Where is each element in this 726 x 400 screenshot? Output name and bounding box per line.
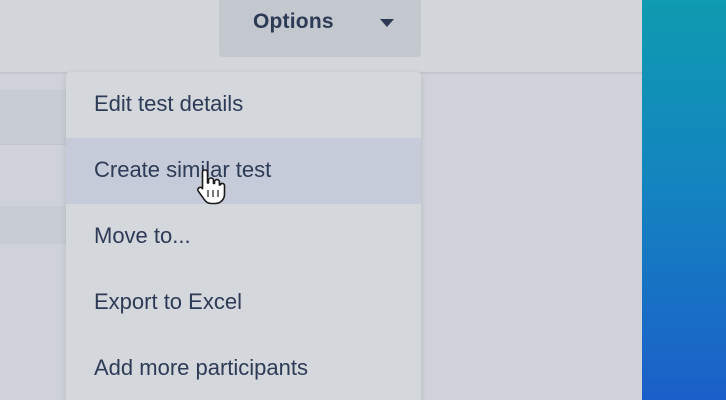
menu-item-export-to-excel[interactable]: Export to Excel [66,270,421,336]
table-row[interactable] [0,206,66,244]
menu-item-label: Export to Excel [94,289,242,314]
hand-pointer-icon [197,169,226,205]
menu-item-label: Add more participants [94,355,308,380]
app-area: Options Edit test details Create similar… [0,0,642,400]
menu-item-label: Move to... [94,223,191,248]
menu-item-label: Create similar test [94,157,272,182]
menu-item-label: Edit test details [94,91,244,116]
menu-item-edit-test-details[interactable]: Edit test details [66,72,421,138]
menu-item-add-more-participants[interactable]: Add more participants [66,336,421,400]
options-button-label: Options [253,10,334,33]
options-dropdown-menu: Edit test details Create similar test Mo… [66,72,421,400]
screen: Options Edit test details Create similar… [0,0,726,400]
options-button[interactable]: Options [219,0,421,57]
row-divider [0,144,66,145]
menu-item-create-similar-test[interactable]: Create similar test [66,138,421,205]
top-toolbar: Options [0,0,642,74]
caret-down-icon [380,19,394,27]
menu-item-move-to[interactable]: Move to... [66,204,421,270]
decorative-gradient-panel [642,0,726,400]
table-row[interactable] [0,90,66,144]
